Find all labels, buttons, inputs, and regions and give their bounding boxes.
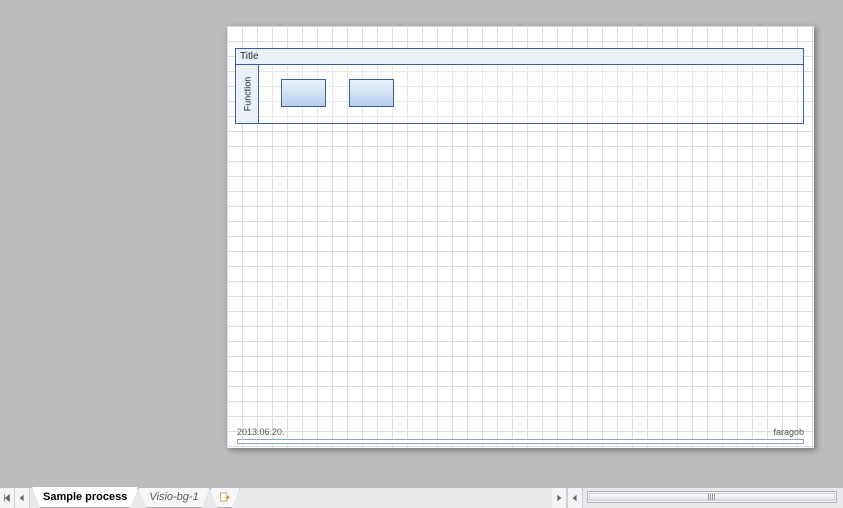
- swimlane-lane-label-text: Function: [242, 77, 252, 112]
- page-footer-date: 2013.06.20.: [237, 427, 285, 437]
- tab-nav-next-button[interactable]: [552, 488, 567, 508]
- page-tab[interactable]: Sample process: [32, 487, 138, 508]
- page-tabs: Sample process Visio-bg-1: [30, 488, 240, 508]
- process-shape[interactable]: [349, 79, 394, 107]
- page-footer-bar: [237, 439, 804, 444]
- swimlane-lane-label[interactable]: Function: [236, 65, 259, 123]
- page-footer-author: faragob: [773, 427, 804, 437]
- page-tab[interactable]: Visio-bg-1: [138, 488, 209, 508]
- drawing-page[interactable]: Title Function 2013.06.20. faragob: [227, 26, 814, 448]
- tab-nav-first-button[interactable]: [0, 488, 15, 508]
- scrollbar-grip-icon: [708, 494, 716, 500]
- page-tab-strip: Sample process Visio-bg-1: [0, 487, 843, 508]
- new-page-tab-button[interactable]: [210, 488, 240, 508]
- tab-nav-prev-button[interactable]: [15, 488, 30, 508]
- horizontal-scrollbar-thumb[interactable]: [589, 493, 835, 501]
- process-shape[interactable]: [281, 79, 326, 107]
- swimlane-title-bar[interactable]: Title: [236, 49, 803, 65]
- pane-split-prev-button[interactable]: [567, 488, 583, 508]
- drawing-workspace: Title Function 2013.06.20. faragob: [0, 0, 843, 488]
- horizontal-scrollbar[interactable]: [587, 491, 837, 503]
- swimlane-container[interactable]: Title Function: [235, 48, 804, 124]
- swimlane-lane[interactable]: [259, 65, 803, 123]
- new-page-icon: [219, 492, 230, 503]
